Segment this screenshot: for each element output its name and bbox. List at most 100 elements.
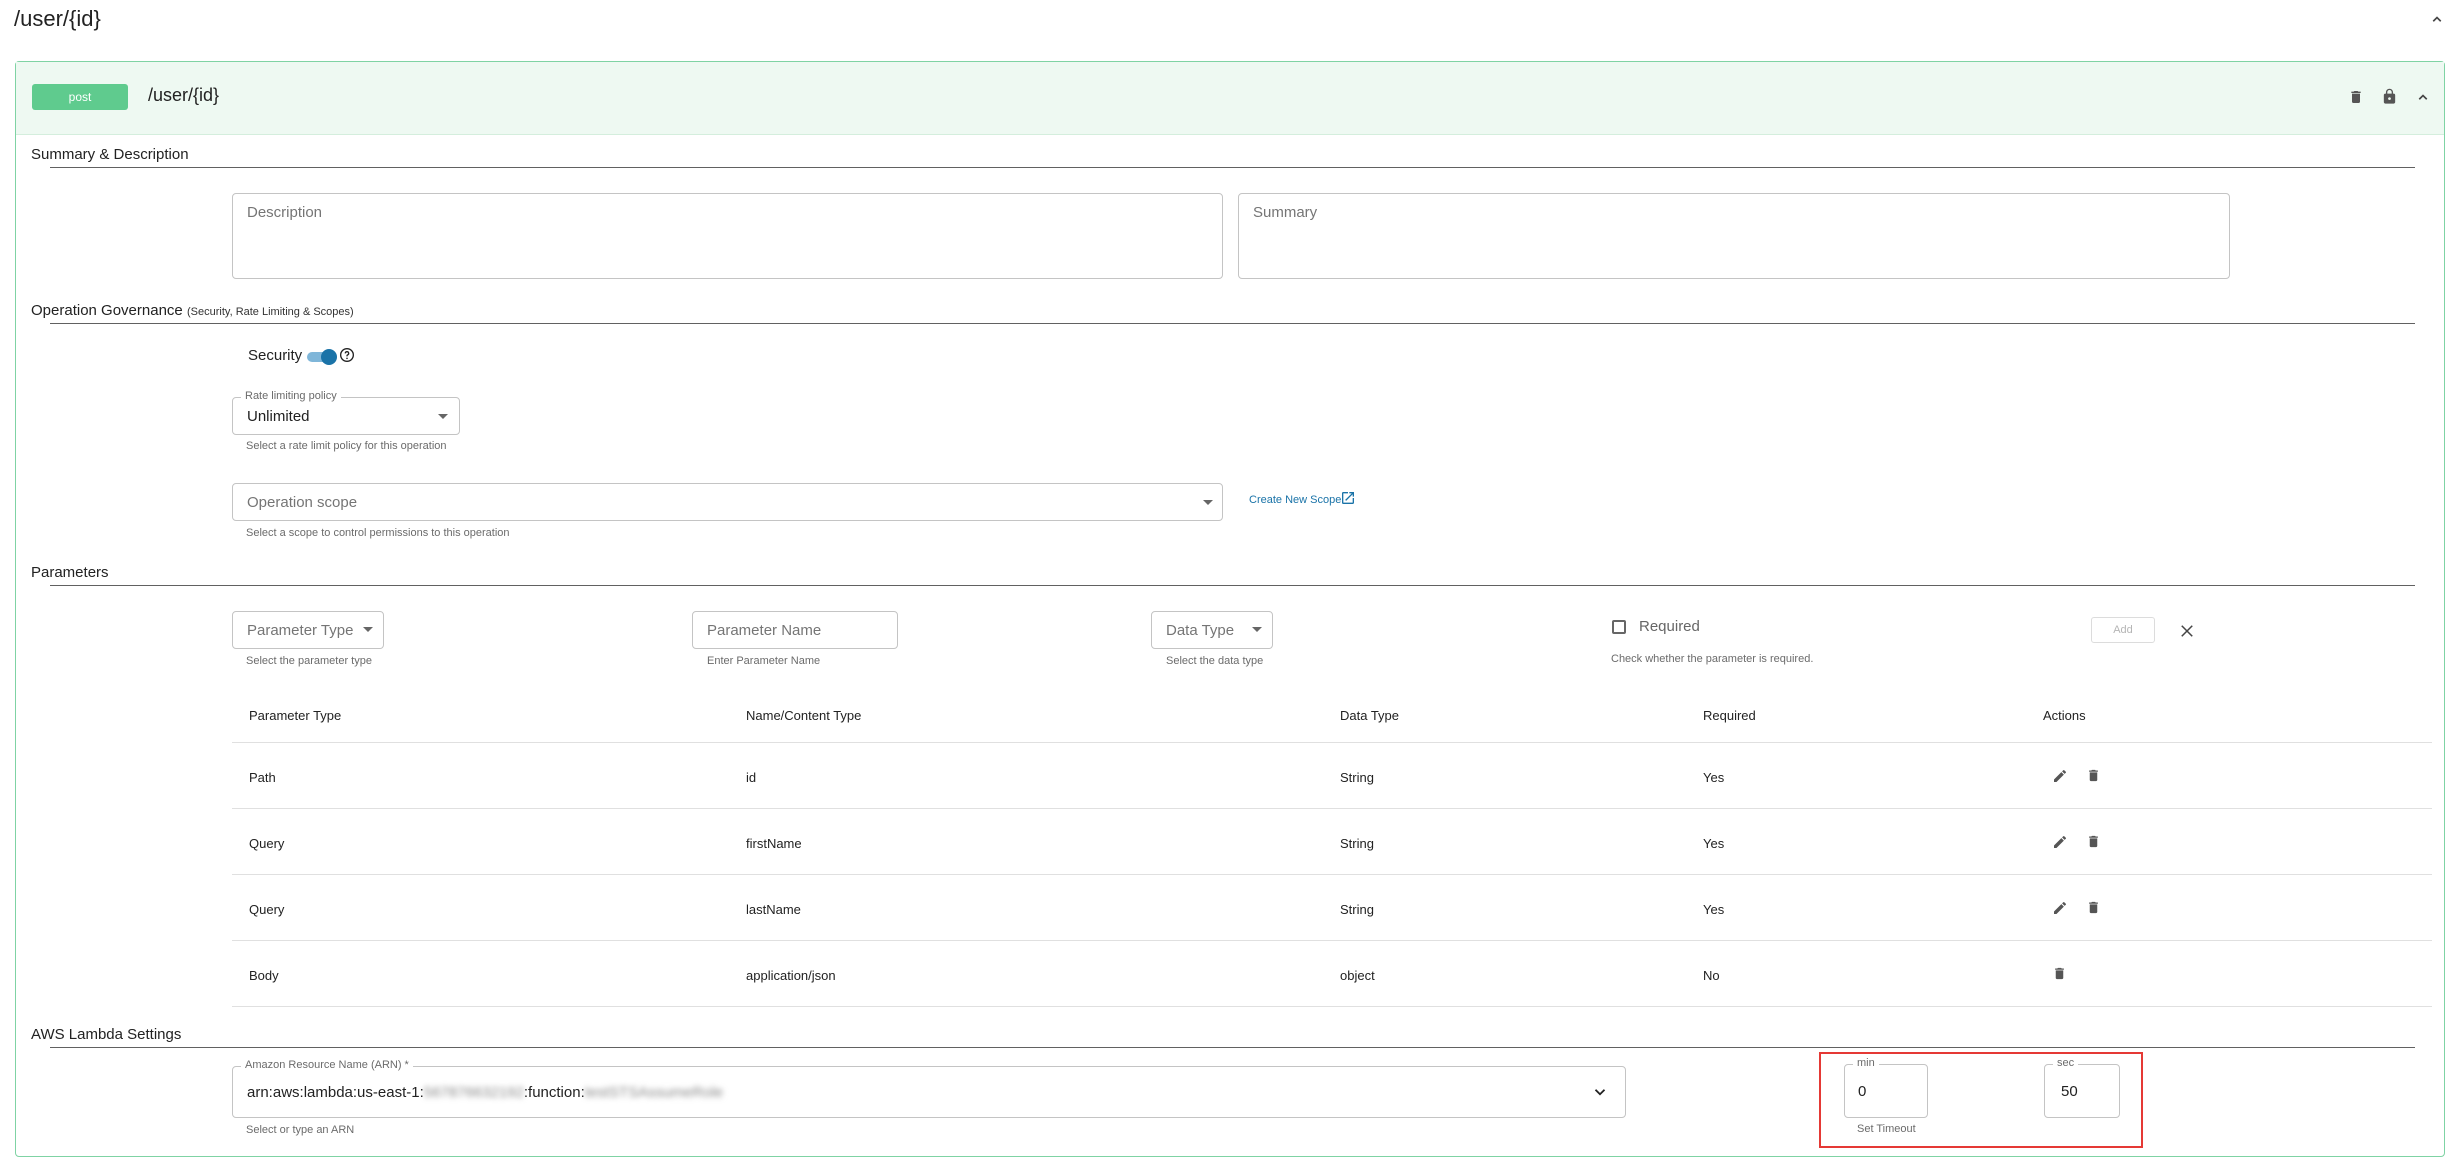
create-new-scope-link[interactable]: Create New Scope <box>1249 494 1341 506</box>
delete-icon[interactable] <box>2052 966 2067 981</box>
timeout-sec-input[interactable]: sec 50 <box>2044 1057 2120 1118</box>
parameters-section-title: Parameters <box>31 564 109 581</box>
arn-account: 567876632192 <box>423 1084 524 1101</box>
close-icon[interactable] <box>2178 622 2196 640</box>
security-toggle[interactable] <box>305 349 339 365</box>
delete-icon[interactable] <box>2086 900 2101 915</box>
help-icon[interactable] <box>339 347 355 363</box>
table-header-name: Name/Content Type <box>746 708 862 723</box>
delete-icon[interactable] <box>2086 834 2101 849</box>
arn-prefix: arn:aws:lambda:us-east-1: <box>247 1084 424 1101</box>
rate-limit-value: Unlimited <box>247 408 310 425</box>
timeout-min-input[interactable]: min 0 <box>1844 1057 1928 1118</box>
summary-textarea[interactable]: Summary <box>1238 193 2230 279</box>
lambda-divider <box>50 1047 2415 1048</box>
table-cell-required: Yes <box>1703 836 1725 851</box>
delete-operation-icon[interactable] <box>2348 89 2364 105</box>
table-cell-name: application/json <box>746 968 836 983</box>
lock-icon[interactable] <box>2381 88 2398 105</box>
table-row-divider <box>232 1006 2432 1007</box>
operation-scope-placeholder: Operation scope <box>247 494 358 511</box>
edit-icon[interactable] <box>2052 768 2068 784</box>
description-textarea[interactable]: Description <box>232 193 1223 279</box>
edit-icon[interactable] <box>2052 834 2068 850</box>
rate-limit-helper: Select a rate limit policy for this oper… <box>246 440 447 452</box>
arn-input[interactable]: Amazon Resource Name (ARN) * arn:aws:lam… <box>232 1059 1626 1118</box>
operation-scope-helper: Select a scope to control permissions to… <box>246 527 510 539</box>
operation-path: /user/{id} <box>148 85 220 105</box>
chevron-down-icon[interactable] <box>1591 1083 1609 1101</box>
resource-path-title: /user/{id} <box>14 6 101 31</box>
summary-placeholder: Summary <box>1253 204 1318 221</box>
table-cell-datatype: String <box>1340 836 1374 851</box>
table-cell-datatype: String <box>1340 770 1374 785</box>
timeout-min-value: 0 <box>1858 1083 1867 1100</box>
chevron-down-icon <box>1203 500 1213 505</box>
edit-icon[interactable] <box>2052 900 2068 916</box>
method-badge: post <box>32 84 128 110</box>
create-new-scope-label: Create New Scope <box>1249 494 1342 506</box>
table-row-divider <box>232 808 2432 809</box>
add-parameter-button[interactable]: Add <box>2091 617 2155 643</box>
delete-icon[interactable] <box>2086 768 2101 783</box>
security-label: Security <box>248 347 303 364</box>
description-placeholder: Description <box>247 204 323 221</box>
arn-function: testSTSAssumeRole <box>584 1084 724 1101</box>
data-type-helper: Select the data type <box>1166 655 1264 667</box>
collapse-operation-icon[interactable] <box>2414 88 2432 106</box>
table-header-divider <box>232 742 2432 743</box>
table-cell-name: id <box>746 770 757 785</box>
rate-limit-select[interactable]: Rate limiting policy Unlimited <box>232 390 460 435</box>
table-cell-datatype: String <box>1340 902 1374 917</box>
table-cell-type: Query <box>249 902 285 917</box>
arn-helper: Select or type an ARN <box>246 1124 355 1136</box>
arn-legend: Amazon Resource Name (ARN) * <box>241 1059 413 1071</box>
table-row-divider <box>232 940 2432 941</box>
parameter-type-helper: Select the parameter type <box>246 655 372 667</box>
table-cell-required: Yes <box>1703 902 1725 917</box>
governance-divider <box>50 323 2415 324</box>
required-checkbox[interactable] <box>1612 620 1626 634</box>
arn-middle: :function: <box>523 1084 585 1101</box>
timeout-sec-legend: sec <box>2053 1057 2079 1069</box>
data-type-placeholder: Data Type <box>1166 622 1235 639</box>
table-cell-type: Query <box>249 836 285 851</box>
timeout-helper: Set Timeout <box>1857 1123 1916 1135</box>
table-cell-name: lastName <box>746 902 801 917</box>
required-label: Required <box>1639 618 1700 635</box>
table-header-parameter-type: Parameter Type <box>249 708 342 723</box>
governance-subtitle: (Security, Rate Limiting & Scopes) <box>187 306 354 318</box>
data-type-select[interactable]: Data Type <box>1151 611 1273 649</box>
open-in-new-icon[interactable] <box>1340 490 1356 506</box>
table-header-required: Required <box>1703 708 1756 723</box>
table-cell-type: Body <box>249 968 279 983</box>
parameter-name-input[interactable]: Parameter Name <box>692 611 898 649</box>
required-helper: Check whether the parameter is required. <box>1611 653 1814 665</box>
chevron-down-icon <box>363 627 373 632</box>
operation-header[interactable] <box>16 62 2444 135</box>
parameter-name-helper: Enter Parameter Name <box>707 655 821 667</box>
table-header-data-type: Data Type <box>1340 708 1400 723</box>
lambda-section-title: AWS Lambda Settings <box>31 1026 182 1043</box>
parameter-type-select[interactable]: Parameter Type <box>232 611 384 649</box>
summary-divider <box>50 167 2415 168</box>
table-cell-required: No <box>1703 968 1720 983</box>
rate-limit-legend: Rate limiting policy <box>241 390 341 402</box>
add-parameter-label: Add <box>2113 624 2133 636</box>
table-cell-type: Path <box>249 770 276 785</box>
arn-value: arn:aws:lambda:us-east-1:567876632192:fu… <box>247 1084 723 1101</box>
parameters-divider <box>50 585 2415 586</box>
chevron-down-icon <box>438 414 448 419</box>
parameter-type-placeholder: Parameter Type <box>247 622 354 639</box>
table-row-divider <box>232 874 2432 875</box>
governance-section-title: Operation Governance <box>31 302 183 319</box>
timeout-sec-value: 50 <box>2061 1083 2078 1100</box>
collapse-resource-icon[interactable] <box>2428 10 2446 28</box>
timeout-min-legend: min <box>1853 1057 1879 1069</box>
table-cell-required: Yes <box>1703 770 1725 785</box>
parameter-name-placeholder: Parameter Name <box>707 622 822 639</box>
operation-scope-select[interactable]: Operation scope <box>232 483 1223 521</box>
table-cell-datatype: object <box>1340 968 1375 983</box>
table-header-actions: Actions <box>2043 708 2086 723</box>
chevron-down-icon <box>1252 627 1262 632</box>
